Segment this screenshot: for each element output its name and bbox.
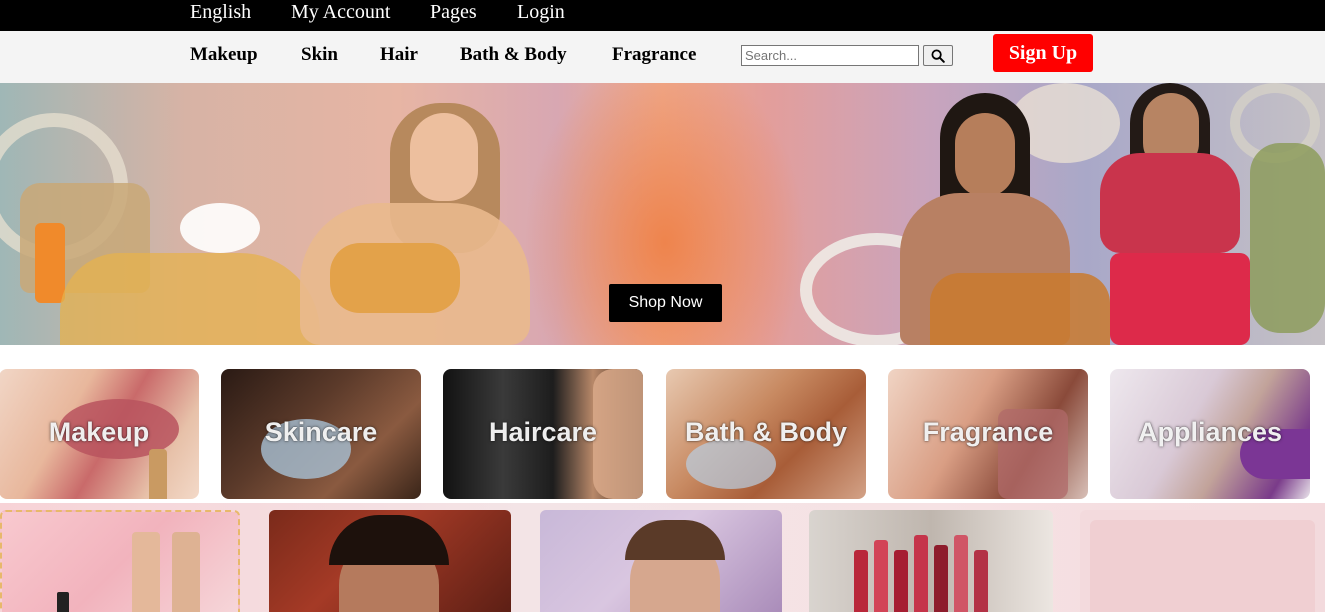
main-nav: Makeup Skin Hair Bath & Body Fragrance <box>0 31 1325 83</box>
pages-link[interactable]: Pages <box>430 0 477 25</box>
sign-up-button[interactable]: Sign Up <box>993 34 1093 72</box>
tile-label: Makeup <box>48 417 150 447</box>
category-tile-haircare[interactable]: Haircare <box>443 369 643 499</box>
shop-now-button[interactable]: Shop Now <box>609 284 722 322</box>
promo-card-iconic[interactable] <box>0 510 240 612</box>
nav-fragrance[interactable]: Fragrance <box>612 43 696 67</box>
category-tile-skincare[interactable]: Skincare <box>221 369 421 499</box>
search-input[interactable] <box>741 45 919 66</box>
top-bar: English My Account Pages Login <box>0 0 1325 31</box>
category-tile-makeup[interactable]: Makeup <box>0 369 199 499</box>
tile-label: Bath & Body <box>685 417 847 447</box>
promo-card-5[interactable] <box>1080 510 1325 612</box>
tile-label: Skincare <box>264 417 378 447</box>
category-tile-appliances[interactable]: Appliances <box>1110 369 1310 499</box>
promo-card-model-1[interactable] <box>269 510 511 612</box>
nav-skin[interactable]: Skin <box>301 43 338 67</box>
category-tile-bath-body[interactable]: Bath & Body <box>666 369 866 499</box>
promo-card-model-2[interactable] <box>540 510 782 612</box>
nav-makeup[interactable]: Makeup <box>190 43 258 67</box>
category-tile-fragrance[interactable]: Fragrance <box>888 369 1088 499</box>
search-icon <box>931 49 945 63</box>
tile-label: Appliances <box>1137 417 1283 447</box>
nav-bath-body[interactable]: Bath & Body <box>460 43 567 67</box>
tile-label: Fragrance <box>922 417 1054 447</box>
language-link[interactable]: English <box>190 0 251 25</box>
search-button[interactable] <box>923 45 953 66</box>
promo-card-lipsticks[interactable] <box>809 510 1053 612</box>
promo-strip <box>0 503 1325 612</box>
login-link[interactable]: Login <box>517 0 565 25</box>
tile-label: Haircare <box>488 417 598 447</box>
nav-hair[interactable]: Hair <box>380 43 418 67</box>
my-account-link[interactable]: My Account <box>291 0 390 25</box>
